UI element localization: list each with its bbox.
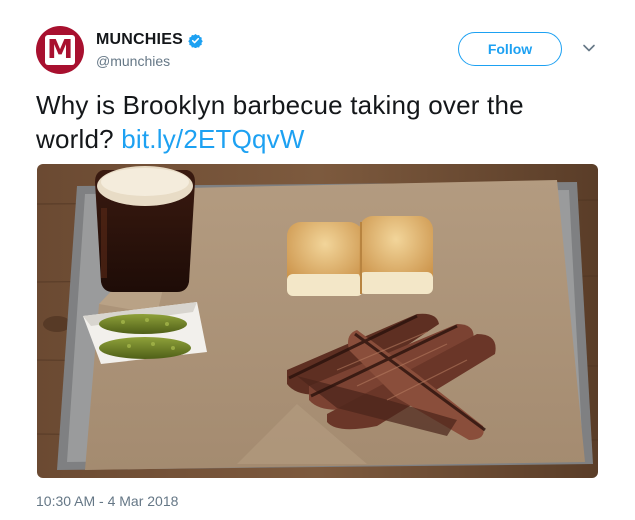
display-name-row[interactable]: MUNCHIES	[96, 31, 203, 49]
user-names: MUNCHIES @munchies	[96, 31, 203, 69]
tweet-header: M MUNCHIES @munchies Follow	[36, 26, 605, 76]
tweet-timestamp[interactable]: 10:30 AM - 4 Mar 2018	[36, 493, 178, 509]
bbq-photo-image	[37, 164, 598, 478]
chevron-down-icon[interactable]	[582, 41, 596, 55]
user-handle[interactable]: @munchies	[96, 53, 203, 69]
follow-button[interactable]: Follow	[458, 32, 562, 66]
verified-badge-icon	[188, 33, 203, 48]
avatar[interactable]: M	[36, 26, 84, 74]
display-name[interactable]: MUNCHIES	[96, 31, 183, 49]
avatar-logo: M	[45, 35, 75, 65]
tweet-photo[interactable]	[37, 164, 598, 478]
tweet-link[interactable]: bit.ly/2ETQqvW	[121, 124, 304, 154]
tweet-text: Why is Brooklyn barbecue taking over the…	[36, 88, 596, 156]
tweet-card: M MUNCHIES @munchies Follow Why is Brook…	[0, 0, 635, 520]
